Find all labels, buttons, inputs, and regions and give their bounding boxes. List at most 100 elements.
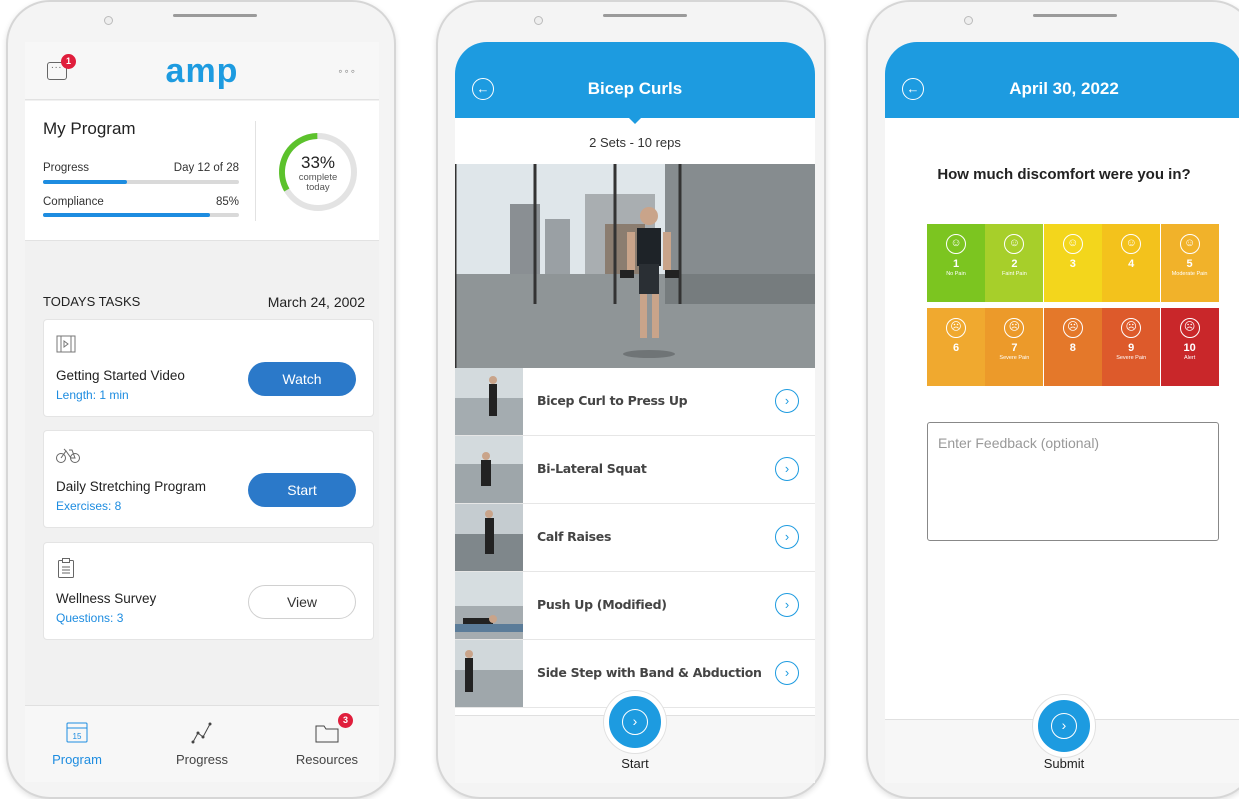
pain-level-4[interactable]: ☺ 4 xyxy=(1102,224,1161,302)
exercise-row[interactable]: Bicep Curl to Press Up › xyxy=(455,368,815,436)
watch-button[interactable]: Watch xyxy=(248,362,356,396)
view-button[interactable]: View xyxy=(248,585,356,619)
frown-face-icon: ☹ xyxy=(1062,318,1083,338)
program-title: My Program xyxy=(43,119,136,138)
video-frame-image xyxy=(455,164,815,368)
task-card-stretching[interactable]: Daily Stretching Program Exercises: 8 St… xyxy=(43,430,374,528)
task-title: Getting Started Video xyxy=(56,368,185,383)
exercise-screen: ← Bicep Curls 2 Sets - 10 reps Bicep Cur… xyxy=(455,42,815,783)
survey-question: How much discomfort were you in? xyxy=(937,166,1191,183)
exercise-thumbnail xyxy=(455,572,523,639)
tab-program[interactable]: 15 Program xyxy=(27,720,127,767)
progress-value: Day 12 of 28 xyxy=(173,162,239,174)
exercise-header: ← Bicep Curls xyxy=(455,42,815,118)
pain-number: 1 xyxy=(952,258,960,270)
pain-level-3[interactable]: ☺ 3 xyxy=(1043,224,1102,302)
sets-reps: 2 Sets - 10 reps xyxy=(589,135,681,150)
exercise-video[interactable] xyxy=(455,164,815,368)
frown-face-icon: ☹ xyxy=(1121,318,1142,338)
pain-label: Moderate Pain xyxy=(1171,271,1208,277)
smiley-face-icon: ☺ xyxy=(1004,234,1025,254)
pain-number: 8 xyxy=(1069,342,1076,354)
pain-level-6[interactable]: ☹ 6 xyxy=(927,308,985,386)
pain-number: 3 xyxy=(1069,258,1076,270)
chart-line-icon xyxy=(191,722,212,744)
tab-label: Program xyxy=(52,752,102,767)
pain-label: Alert xyxy=(1183,355,1196,361)
survey-header: ← April 30, 2022 xyxy=(885,42,1239,118)
task-subtitle: Exercises: 8 xyxy=(56,499,122,513)
chevron-right-icon[interactable]: › xyxy=(775,389,799,413)
header-notch xyxy=(629,118,641,124)
bottom-tab-bar: 15 Program Progress Resources 3 xyxy=(25,705,379,782)
app-logo: amp xyxy=(165,52,239,90)
phone-camera xyxy=(534,16,543,25)
compliance-label: Compliance xyxy=(43,196,104,208)
task-card-survey[interactable]: Wellness Survey Questions: 3 View xyxy=(43,542,374,640)
program-screen: 1 amp ◦◦◦ My Program Progress Day 12 of … xyxy=(25,42,379,782)
exercise-name: Bi-Lateral Squat xyxy=(537,461,647,476)
submit-button[interactable]: › xyxy=(1033,695,1095,757)
calendar-icon: 15 xyxy=(66,722,88,743)
exercise-row[interactable]: Calf Raises › xyxy=(455,504,815,572)
start-button[interactable]: › xyxy=(604,691,666,753)
exercise-row[interactable]: Bi-Lateral Squat › xyxy=(455,436,815,504)
smiley-face-icon: ☺ xyxy=(1179,234,1200,254)
chevron-right-icon: › xyxy=(1051,713,1077,739)
survey-screen: ← April 30, 2022 How much discomfort wer… xyxy=(885,42,1239,783)
pain-level-7[interactable]: ☹ 7 Severe Pain xyxy=(985,308,1044,386)
phone-camera xyxy=(104,16,113,25)
exercise-name: Push Up (Modified) xyxy=(537,597,667,612)
chevron-right-icon[interactable]: › xyxy=(775,457,799,481)
tab-resources[interactable]: Resources 3 xyxy=(277,713,377,767)
submit-label: Submit xyxy=(1043,756,1085,771)
phone-program: 1 amp ◦◦◦ My Program Progress Day 12 of … xyxy=(6,0,396,799)
folder-icon xyxy=(315,725,339,743)
smiley-face-icon: ☺ xyxy=(946,234,966,254)
completion-text: 33% complete today xyxy=(277,153,359,193)
exercise-row[interactable]: Push Up (Modified) › xyxy=(455,572,815,640)
compliance-value: 85% xyxy=(215,196,239,208)
phone-camera xyxy=(964,16,973,25)
task-title: Daily Stretching Program xyxy=(56,479,207,494)
exercise-name: Side Step with Band & Abduction xyxy=(537,665,762,680)
tab-progress[interactable]: Progress xyxy=(152,720,252,767)
pain-label: Severe Pain xyxy=(1116,355,1147,361)
progress-bar xyxy=(43,180,239,184)
pain-level-5[interactable]: ☺ 5 Moderate Pain xyxy=(1160,224,1219,302)
tasks-heading: TODAYS TASKS xyxy=(43,294,141,309)
pain-level-8[interactable]: ☹ 8 xyxy=(1043,308,1102,386)
task-card-video[interactable]: Getting Started Video Length: 1 min Watc… xyxy=(43,319,374,417)
task-title: Wellness Survey xyxy=(56,591,157,606)
feedback-input[interactable]: Enter Feedback (optional) xyxy=(927,422,1219,541)
pain-label: Severe Pain xyxy=(999,355,1030,361)
bicycle-icon xyxy=(56,448,80,463)
completion-line2: today xyxy=(306,182,330,193)
pain-level-10[interactable]: ☹ 10 Alert xyxy=(1160,308,1219,386)
phone-exercise: ← Bicep Curls 2 Sets - 10 reps Bicep Cur… xyxy=(436,0,826,799)
pain-level-1[interactable]: ☺ 1 No Pain xyxy=(927,224,985,302)
smiley-face-icon: ☺ xyxy=(1121,234,1142,254)
pain-number: 4 xyxy=(1128,258,1135,270)
video-icon xyxy=(56,335,76,353)
divider xyxy=(255,121,256,221)
exercise-thumbnail xyxy=(455,504,523,571)
chevron-right-icon[interactable]: › xyxy=(775,525,799,549)
chevron-right-icon[interactable]: › xyxy=(775,661,799,685)
smiley-face-icon: ☺ xyxy=(1062,234,1083,254)
clipboard-icon xyxy=(58,558,74,578)
pain-number: 9 xyxy=(1128,342,1135,354)
tab-label: Resources xyxy=(295,752,359,767)
pain-number: 2 xyxy=(1011,258,1018,270)
my-program-card: My Program Progress Day 12 of 28 Complia… xyxy=(25,101,379,241)
frown-face-icon: ☹ xyxy=(1004,318,1025,338)
pain-number: 6 xyxy=(952,342,960,354)
frown-face-icon: ☹ xyxy=(946,318,966,338)
more-menu-icon[interactable]: ◦◦◦ xyxy=(338,64,357,78)
pain-level-2[interactable]: ☺ 2 Faint Pain xyxy=(985,224,1044,302)
tasks-header: TODAYS TASKS March 24, 2002 xyxy=(43,294,365,310)
chevron-right-icon[interactable]: › xyxy=(775,593,799,617)
chevron-right-icon: › xyxy=(622,709,648,735)
start-button[interactable]: Start xyxy=(248,473,356,507)
pain-level-9[interactable]: ☹ 9 Severe Pain xyxy=(1102,308,1161,386)
